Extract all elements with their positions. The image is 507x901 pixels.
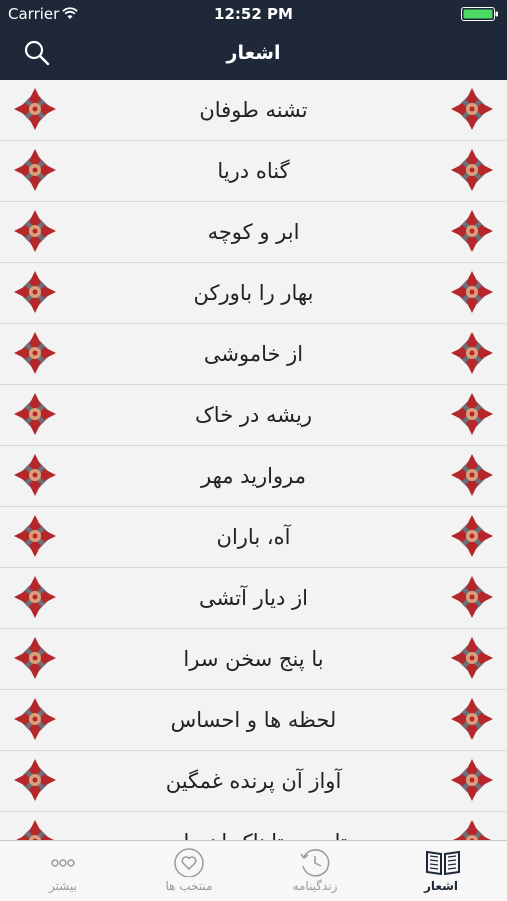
poem-title: لحظه ها و احساس bbox=[170, 708, 337, 732]
ornament-icon bbox=[14, 454, 56, 496]
poem-row[interactable]: گناه دریا bbox=[0, 141, 507, 202]
ornament-icon bbox=[451, 576, 493, 618]
tab-poems[interactable]: اشعار bbox=[378, 841, 504, 901]
ornament-icon bbox=[16, 820, 54, 840]
poem-title: مروارید مهر bbox=[200, 464, 306, 488]
tab-biography[interactable]: زندگینامه bbox=[252, 841, 378, 901]
poem-row[interactable]: تا صبح تابناک اهورایی bbox=[0, 812, 507, 840]
tab-bar: بیشتر منتخب ها زندگینامه اشعار bbox=[0, 840, 507, 901]
ornament-icon bbox=[14, 332, 56, 374]
poem-title: آه، باران bbox=[216, 525, 291, 549]
ornament-icon bbox=[451, 332, 493, 374]
tab-poems-label: اشعار bbox=[423, 879, 459, 893]
poem-row[interactable]: ریشه در خاک bbox=[0, 385, 507, 446]
top-bar: Carrier 12:52 PM اشعار bbox=[0, 0, 507, 80]
ornament-icon bbox=[14, 637, 56, 679]
ornament-icon bbox=[14, 759, 56, 801]
ornament-icon bbox=[14, 515, 56, 557]
clock: 12:52 PM bbox=[214, 5, 293, 23]
poem-title: از خاموشی bbox=[203, 342, 304, 366]
tab-more-label: بیشتر bbox=[49, 879, 77, 893]
ornament-icon bbox=[451, 698, 493, 740]
poem-row[interactable]: از دیار آتشی bbox=[0, 568, 507, 629]
ornament-icon bbox=[14, 698, 56, 740]
ornament-icon bbox=[14, 88, 56, 130]
poem-row[interactable]: با پنج سخن سرا bbox=[0, 629, 507, 690]
ornament-icon bbox=[451, 88, 493, 130]
poem-row[interactable]: مروارید مهر bbox=[0, 446, 507, 507]
poem-title: ابر و کوچه bbox=[207, 220, 300, 244]
ornament-icon bbox=[14, 149, 56, 191]
poem-title: بهار را باورکن bbox=[193, 281, 314, 305]
poem-title: تا صبح تابناک اهورایی bbox=[70, 812, 437, 840]
poem-row[interactable]: تشنه طوفان bbox=[0, 80, 507, 141]
open-book-icon bbox=[426, 850, 460, 876]
ornament-icon bbox=[453, 820, 491, 840]
poem-row[interactable]: ابر و کوچه bbox=[0, 202, 507, 263]
poem-title: از دیار آتشی bbox=[199, 586, 308, 610]
poem-title: با پنج سخن سرا bbox=[183, 647, 324, 671]
tab-more[interactable]: بیشتر bbox=[0, 841, 126, 901]
poem-row[interactable]: لحظه ها و احساس bbox=[0, 690, 507, 751]
ornament-icon bbox=[451, 393, 493, 435]
ornament-icon bbox=[14, 576, 56, 618]
ornament-icon bbox=[14, 393, 56, 435]
poem-list[interactable]: تشنه طوفان گناه دریا ابر و کوچه بهار را باو… bbox=[0, 80, 507, 840]
ornament-icon bbox=[451, 515, 493, 557]
ornament-icon bbox=[14, 210, 56, 252]
poem-row[interactable]: از خاموشی bbox=[0, 324, 507, 385]
poem-title: آواز آن پرنده غمگین bbox=[165, 769, 342, 793]
page-title: اشعار bbox=[226, 42, 281, 64]
ornament-icon bbox=[451, 637, 493, 679]
heart-icon bbox=[174, 848, 204, 877]
more-icon bbox=[51, 859, 75, 867]
poem-row[interactable]: بهار را باورکن bbox=[0, 263, 507, 324]
history-clock-icon bbox=[300, 849, 330, 877]
poem-title: تشنه طوفان bbox=[199, 98, 308, 122]
poem-title: ریشه در خاک bbox=[195, 403, 312, 427]
tab-favorites[interactable]: منتخب ها bbox=[126, 841, 252, 901]
ornament-icon bbox=[451, 759, 493, 801]
tab-favorites-label: منتخب ها bbox=[165, 879, 213, 893]
poem-row[interactable]: آواز آن پرنده غمگین bbox=[0, 751, 507, 812]
ornament-icon bbox=[451, 271, 493, 313]
poem-title: گناه دریا bbox=[217, 159, 290, 183]
tab-biography-label: زندگینامه bbox=[292, 879, 338, 893]
status-bar: Carrier 12:52 PM bbox=[0, 0, 507, 28]
ornament-icon bbox=[14, 271, 56, 313]
ornament-icon bbox=[451, 454, 493, 496]
ornament-icon bbox=[451, 210, 493, 252]
poem-row[interactable]: آه، باران bbox=[0, 507, 507, 568]
battery-icon bbox=[461, 7, 498, 21]
ornament-icon bbox=[451, 149, 493, 191]
